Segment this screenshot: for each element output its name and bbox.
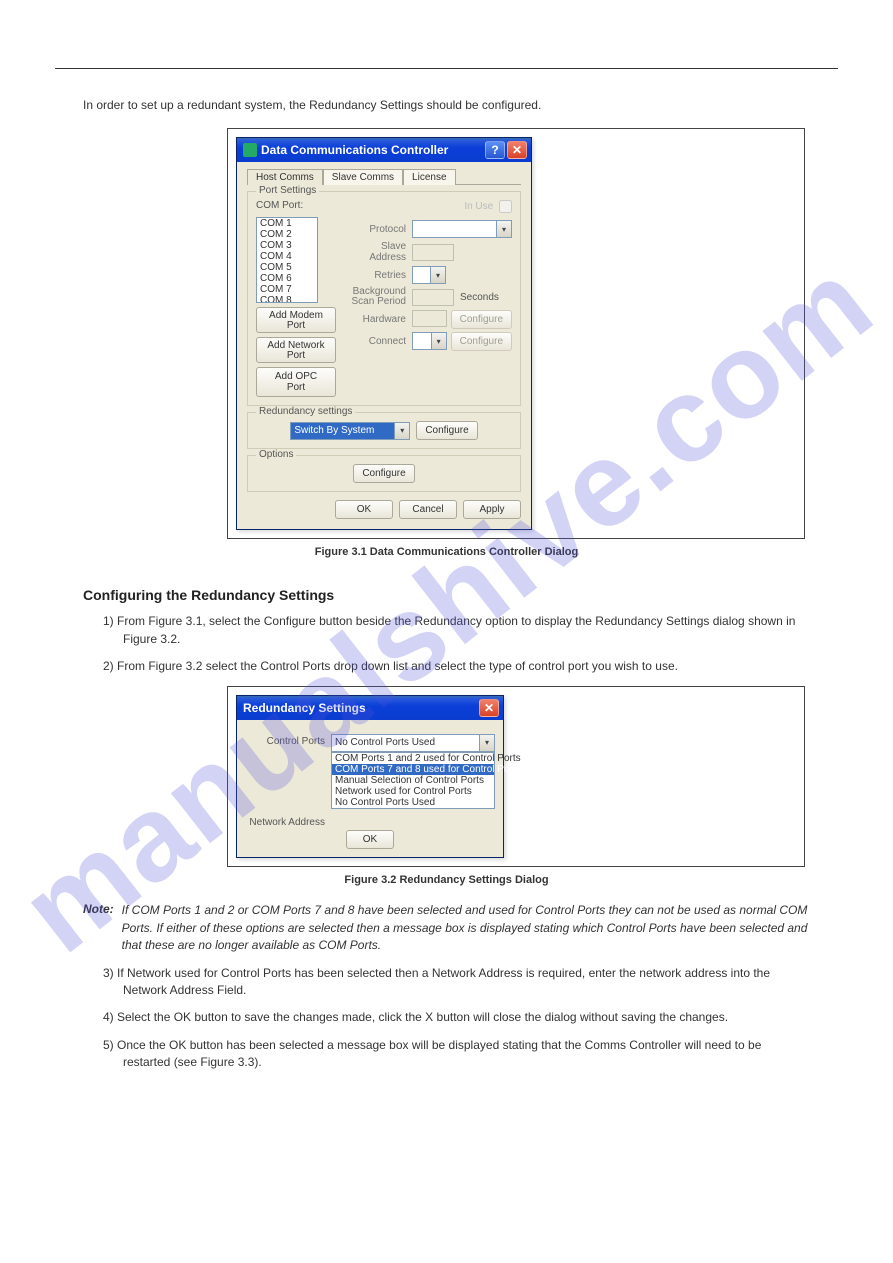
port-settings-group: Port Settings COM Port: In Use COM 1 C — [247, 191, 521, 406]
close-button[interactable]: ✕ — [507, 141, 527, 159]
figure1-caption: Figure 3.1 Data Communications Controlle… — [83, 545, 810, 561]
com-port-label: COM Port: — [256, 200, 303, 213]
dropdown-option[interactable]: COM Ports 1 and 2 used for Control Ports — [332, 753, 494, 764]
dialog2-titlebar: Redundancy Settings ✕ — [237, 696, 503, 720]
dialog2-title: Redundancy Settings — [243, 701, 366, 715]
network-address-label: Network Address — [247, 815, 325, 828]
retries-select[interactable] — [412, 266, 446, 284]
connect-select[interactable] — [412, 332, 447, 350]
control-ports-label: Control Ports — [247, 734, 325, 747]
note-title: Note: — [83, 902, 114, 954]
protocol-label: Protocol — [344, 224, 406, 235]
slave-addr-input[interactable] — [412, 244, 454, 261]
control-ports-select[interactable]: No Control Ports Used — [331, 734, 495, 752]
retries-label: Retries — [344, 270, 406, 281]
slave-addr-label: Slave Address — [344, 241, 406, 263]
list-item[interactable]: COM 7 — [257, 284, 317, 295]
apply-button[interactable]: Apply — [463, 500, 521, 519]
seconds-label: Seconds — [460, 292, 499, 303]
protocol-select[interactable] — [412, 220, 512, 238]
app-icon — [243, 143, 257, 157]
add-modem-button[interactable]: Add Modem Port — [256, 307, 336, 333]
dialog1-titlebar: Data Communications Controller ? ✕ — [237, 138, 531, 162]
redundancy-select[interactable]: Switch By System — [290, 422, 410, 440]
intro-text: In order to set up a redundant system, t… — [83, 97, 810, 114]
tab-slave-comms[interactable]: Slave Comms — [323, 169, 403, 185]
add-opc-button[interactable]: Add OPC Port — [256, 367, 336, 397]
step-5: 5) Once the OK button has been selected … — [103, 1037, 810, 1072]
step-4: 4) Select the OK button to save the chan… — [103, 1009, 810, 1026]
list-item[interactable]: COM 4 — [257, 251, 317, 262]
hardware-label: Hardware — [344, 314, 406, 325]
in-use-label: In Use — [464, 200, 512, 213]
hardware-input[interactable] — [412, 310, 447, 327]
add-network-button[interactable]: Add Network Port — [256, 337, 336, 363]
options-legend: Options — [256, 449, 296, 460]
dialog2-close-button[interactable]: ✕ — [479, 699, 499, 717]
options-group: Options Configure — [247, 455, 521, 492]
dialog2-ok-button[interactable]: OK — [346, 830, 394, 849]
step-1: 1) From Figure 3.1, select the Configure… — [103, 613, 810, 648]
help-button[interactable]: ? — [485, 141, 505, 159]
dropdown-option[interactable]: Network used for Control Ports — [332, 786, 494, 797]
ok-button[interactable]: OK — [335, 500, 393, 519]
list-item[interactable]: COM 8 — [257, 295, 317, 303]
figure-1-frame: Data Communications Controller ? ✕ Host … — [227, 128, 805, 539]
dropdown-option[interactable]: Manual Selection of Control Ports — [332, 775, 494, 786]
tab-license[interactable]: License — [403, 169, 455, 185]
hardware-configure-button[interactable]: Configure — [451, 310, 512, 329]
step-2: 2) From Figure 3.2 select the Control Po… — [103, 658, 810, 675]
redundancy-legend: Redundancy settings — [256, 406, 355, 417]
connect-configure-button[interactable]: Configure — [451, 332, 512, 351]
connect-label: Connect — [344, 336, 406, 347]
header-rule — [55, 68, 838, 69]
list-item[interactable]: COM 3 — [257, 240, 317, 251]
step-3: 3) If Network used for Control Ports has… — [103, 965, 810, 1000]
com-port-listbox[interactable]: COM 1 COM 2 COM 3 COM 4 COM 5 COM 6 COM … — [256, 217, 318, 303]
in-use-checkbox[interactable] — [499, 200, 512, 213]
section-title: Configuring the Redundancy Settings — [83, 587, 810, 603]
control-ports-dropdown[interactable]: COM Ports 1 and 2 used for Control Ports… — [331, 752, 495, 809]
redundancy-configure-button[interactable]: Configure — [416, 421, 477, 440]
list-item[interactable]: COM 5 — [257, 262, 317, 273]
redundancy-group: Redundancy settings Switch By System Con… — [247, 412, 521, 449]
cancel-button[interactable]: Cancel — [399, 500, 457, 519]
tab-host-comms[interactable]: Host Comms — [247, 169, 323, 185]
bg-scan-label: Background Scan Period — [344, 287, 406, 307]
note-body: If COM Ports 1 and 2 or COM Ports 7 and … — [122, 902, 810, 954]
figure2-caption: Figure 3.2 Redundancy Settings Dialog — [83, 873, 810, 889]
port-settings-legend: Port Settings — [256, 185, 319, 196]
bg-scan-input[interactable] — [412, 289, 454, 306]
dialog1-title: Data Communications Controller — [261, 143, 448, 157]
list-item[interactable]: COM 2 — [257, 229, 317, 240]
list-item[interactable]: COM 1 — [257, 218, 317, 229]
dropdown-option[interactable]: No Control Ports Used — [332, 797, 494, 808]
dropdown-option[interactable]: COM Ports 7 and 8 used for Control Ports — [332, 764, 494, 775]
options-configure-button[interactable]: Configure — [353, 464, 414, 483]
list-item[interactable]: COM 6 — [257, 273, 317, 284]
figure-2-frame: Redundancy Settings ✕ Control Ports No C… — [227, 686, 805, 867]
tabs: Host Comms Slave Comms License — [247, 168, 521, 185]
